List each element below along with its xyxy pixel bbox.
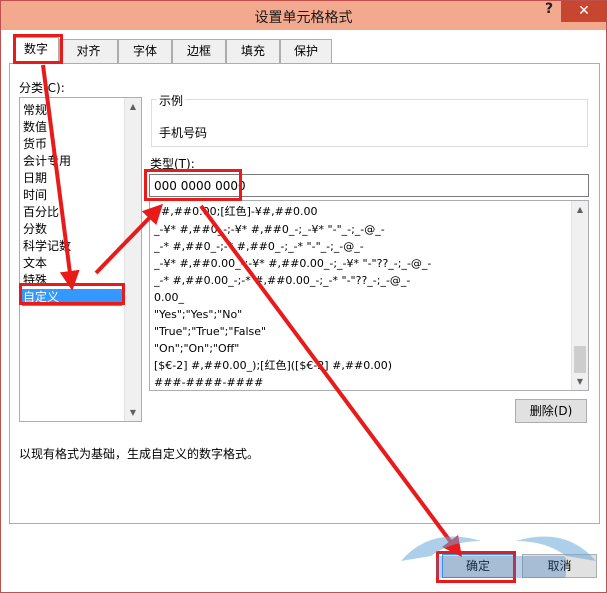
arrow-to-custom xyxy=(41,64,80,291)
watermark-logo xyxy=(401,536,596,578)
arrow-to-ok xyxy=(199,204,462,558)
arrow-to-type-input xyxy=(94,203,163,275)
format-cells-dialog: 设置单元格格式 ? ✕ 数字 对齐 字体 边框 填充 保护 分类(C): 常规 … xyxy=(0,0,607,593)
annotation-arrows xyxy=(41,64,462,558)
